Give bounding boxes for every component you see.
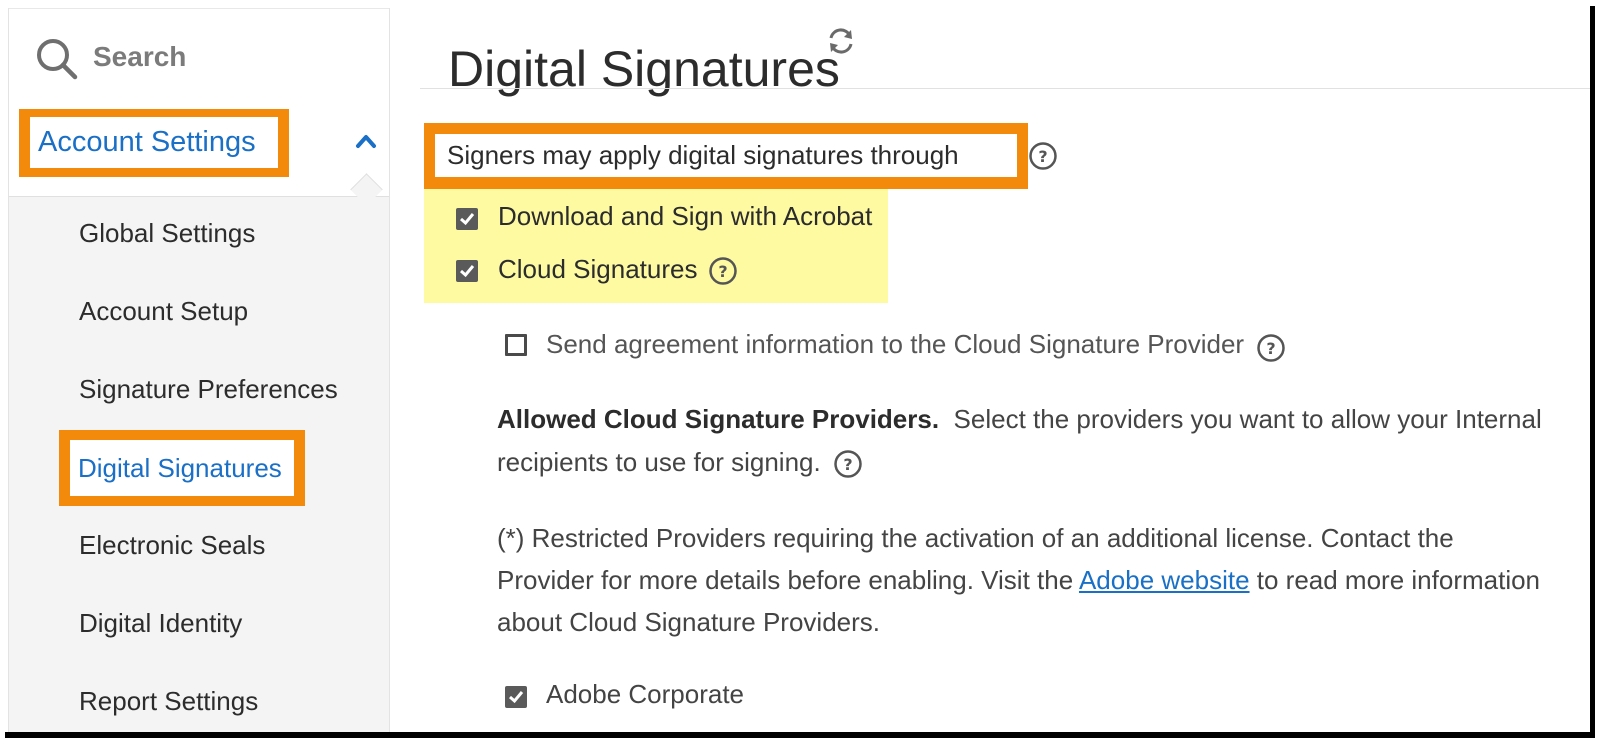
sidebar-item-global-settings[interactable]: Global Settings <box>79 218 255 249</box>
signers-heading-highlight: Signers may apply digital signatures thr… <box>424 123 1028 189</box>
sidebar-item-signature-preferences[interactable]: Signature Preferences <box>79 374 338 405</box>
sidebar-item-electronic-seals[interactable]: Electronic Seals <box>79 530 265 561</box>
adobe-website-link[interactable]: Adobe website <box>1079 565 1250 595</box>
search-input[interactable]: Search <box>93 41 186 73</box>
account-settings-label[interactable]: Account Settings <box>30 117 278 168</box>
chevron-up-icon[interactable] <box>355 132 377 150</box>
sidebar-item-digital-signatures[interactable]: Digital Signatures <box>70 440 294 496</box>
send-info-checkbox[interactable] <box>505 334 527 356</box>
allowed-providers-heading: Allowed Cloud Signature Providers. <box>497 404 940 434</box>
cloud-signatures-label[interactable]: Cloud Signatures <box>498 254 697 285</box>
signers-heading: Signers may apply digital signatures thr… <box>435 134 1017 177</box>
send-info-label[interactable]: Send agreement information to the Cloud … <box>546 329 1244 360</box>
adobe-corporate-checkbox[interactable] <box>505 686 527 708</box>
help-icon[interactable]: ? <box>1256 333 1286 363</box>
account-settings-section[interactable]: Account Settings <box>9 104 389 197</box>
sidebar-item-digital-identity[interactable]: Digital Identity <box>79 608 242 639</box>
refresh-icon[interactable] <box>824 24 858 58</box>
allowed-providers-text: Allowed Cloud Signature Providers. Selec… <box>497 398 1557 484</box>
check-icon <box>460 265 475 278</box>
sidebar-item-digital-signatures-highlight: Digital Signatures <box>59 430 305 506</box>
svg-text:?: ? <box>1038 147 1047 166</box>
check-icon <box>509 691 524 704</box>
help-icon[interactable]: ? <box>1028 141 1058 171</box>
restricted-providers-text: (*) Restricted Providers requiring the a… <box>497 517 1557 643</box>
svg-text:?: ? <box>1266 339 1275 358</box>
help-icon[interactable]: ? <box>833 449 863 479</box>
cloud-signatures-checkbox[interactable] <box>456 260 478 282</box>
acrobat-option-label[interactable]: Download and Sign with Acrobat <box>498 201 872 232</box>
sidebar-item-account-setup[interactable]: Account Setup <box>79 296 248 327</box>
sidebar-item-report-settings[interactable]: Report Settings <box>79 686 258 717</box>
search-icon <box>37 39 78 80</box>
account-settings-highlight: Account Settings <box>19 109 289 177</box>
svg-text:?: ? <box>718 262 727 281</box>
app-window: Search Account Settings Global Settings … <box>0 0 1590 732</box>
check-icon <box>460 213 475 226</box>
help-icon[interactable]: ? <box>708 256 738 286</box>
svg-text:?: ? <box>843 455 852 474</box>
search-box[interactable]: Search <box>9 8 389 106</box>
sidebar: Search Account Settings Global Settings … <box>8 8 390 732</box>
adobe-corporate-label[interactable]: Adobe Corporate <box>546 679 744 710</box>
title-divider <box>420 88 1590 89</box>
acrobat-checkbox[interactable] <box>456 208 478 230</box>
